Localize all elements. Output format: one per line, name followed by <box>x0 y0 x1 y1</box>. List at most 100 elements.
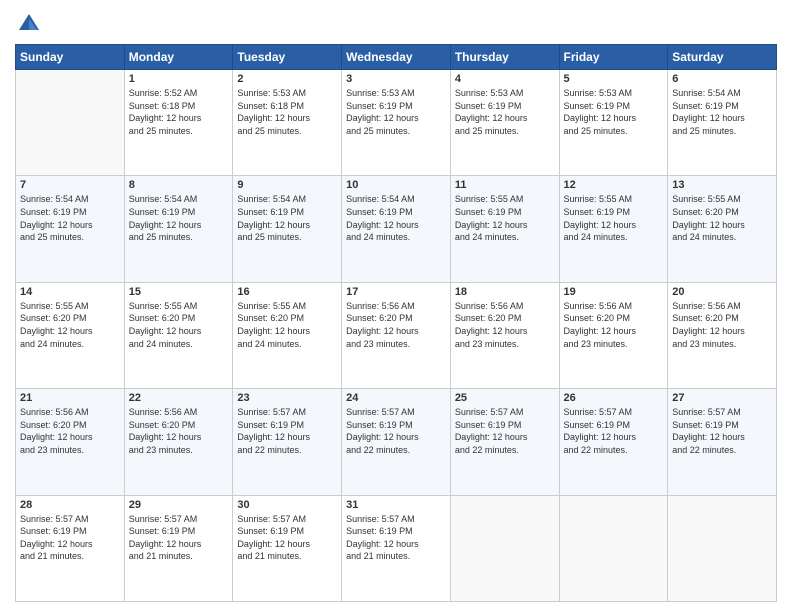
calendar-cell <box>559 495 668 601</box>
day-info: Sunrise: 5:57 AM Sunset: 6:19 PM Dayligh… <box>455 406 555 456</box>
day-number: 11 <box>455 179 555 191</box>
calendar-cell: 29Sunrise: 5:57 AM Sunset: 6:19 PM Dayli… <box>124 495 233 601</box>
day-info: Sunrise: 5:53 AM Sunset: 6:19 PM Dayligh… <box>346 87 446 137</box>
day-info: Sunrise: 5:56 AM Sunset: 6:20 PM Dayligh… <box>672 300 772 350</box>
calendar-week-row: 21 Sunrise: 5:56 AM Sunset: 6:20 PM Dayli… <box>16 389 777 495</box>
day-number: 21 <box>20 392 120 404</box>
calendar-cell: 28 Sunrise: 5:57 AM Sunset: 6:19 PM Dayli… <box>16 495 125 601</box>
day-info: Sunrise: 5:52 AM Sunset: 6:18 PM Dayligh… <box>129 87 229 137</box>
day-number: 20 <box>672 286 772 298</box>
calendar-cell: 26 Sunrise: 5:57 AM Sunset: 6:19 PM Dayli… <box>559 389 668 495</box>
day-info: Sunrise: 5:54 AM Sunset: 6:19 PM Dayligh… <box>237 193 337 243</box>
weekday-header-sunday: Sunday <box>16 45 125 70</box>
day-number: 29 <box>129 499 229 511</box>
calendar-cell <box>668 495 777 601</box>
day-info: Sunrise: 5:56 AM Sunset: 6:20 PM Dayligh… <box>564 300 664 350</box>
weekday-header-thursday: Thursday <box>450 45 559 70</box>
day-number: 10 <box>346 179 446 191</box>
calendar-week-row: 1 Sunrise: 5:52 AM Sunset: 6:18 PM Daylig… <box>16 70 777 176</box>
day-number: 27 <box>672 392 772 404</box>
calendar-cell <box>16 70 125 176</box>
day-number: 18 <box>455 286 555 298</box>
day-info: Sunrise: 5:54 AM Sunset: 6:19 PM Dayligh… <box>129 193 229 243</box>
day-info: Sunrise: 5:55 AM Sunset: 6:20 PM Dayligh… <box>20 300 120 350</box>
calendar-cell: 3Sunrise: 5:53 AM Sunset: 6:19 PM Daylig… <box>342 70 451 176</box>
day-number: 5 <box>564 73 664 85</box>
calendar-cell: 2Sunrise: 5:53 AM Sunset: 6:18 PM Daylig… <box>233 70 342 176</box>
day-info: Sunrise: 5:56 AM Sunset: 6:20 PM Dayligh… <box>455 300 555 350</box>
weekday-header-saturday: Saturday <box>668 45 777 70</box>
calendar-cell: 20 Sunrise: 5:56 AM Sunset: 6:20 PM Dayli… <box>668 282 777 388</box>
day-info: Sunrise: 5:57 AM Sunset: 6:19 PM Dayligh… <box>20 513 120 563</box>
day-info: Sunrise: 5:56 AM Sunset: 6:20 PM Dayligh… <box>129 406 229 456</box>
day-info: Sunrise: 5:53 AM Sunset: 6:19 PM Dayligh… <box>455 87 555 137</box>
day-number: 17 <box>346 286 446 298</box>
calendar-cell: 24 Sunrise: 5:57 AM Sunset: 6:19 PM Dayli… <box>342 389 451 495</box>
day-info: Sunrise: 5:57 AM Sunset: 6:19 PM Dayligh… <box>237 513 337 563</box>
day-number: 28 <box>20 499 120 511</box>
day-info: Sunrise: 5:57 AM Sunset: 6:19 PM Dayligh… <box>346 406 446 456</box>
calendar-cell: 30 Sunrise: 5:57 AM Sunset: 6:19 PM Dayli… <box>233 495 342 601</box>
day-info: Sunrise: 5:55 AM Sunset: 6:19 PM Dayligh… <box>564 193 664 243</box>
day-number: 31 <box>346 499 446 511</box>
calendar-cell: 25 Sunrise: 5:57 AM Sunset: 6:19 PM Dayli… <box>450 389 559 495</box>
calendar-cell: 21Sunrise: 5:56 AM Sunset: 6:20 PM Dayli… <box>16 389 125 495</box>
day-info: Sunrise: 5:53 AM Sunset: 6:19 PM Dayligh… <box>564 87 664 137</box>
day-number: 7 <box>20 179 120 191</box>
calendar-cell: 10 Sunrise: 5:54 AM Sunset: 6:19 PM Dayli… <box>342 176 451 282</box>
weekday-header-row: SundayMondayTuesdayWednesdayThursdayFrid… <box>16 45 777 70</box>
day-info: Sunrise: 5:57 AM Sunset: 6:19 PM Dayligh… <box>672 406 772 456</box>
day-number: 9 <box>237 179 337 191</box>
weekday-header-wednesday: Wednesday <box>342 45 451 70</box>
calendar-cell: 1 Sunrise: 5:52 AM Sunset: 6:18 PM Daylig… <box>124 70 233 176</box>
calendar-cell: 15 Sunrise: 5:55 AM Sunset: 6:20 PM Dayli… <box>124 282 233 388</box>
day-number: 15 <box>129 286 229 298</box>
page: SundayMondayTuesdayWednesdayThursdayFrid… <box>0 0 792 612</box>
calendar-cell: 17Sunrise: 5:56 AM Sunset: 6:20 PM Dayli… <box>342 282 451 388</box>
calendar-cell: 22 Sunrise: 5:56 AM Sunset: 6:20 PM Dayli… <box>124 389 233 495</box>
weekday-header-monday: Monday <box>124 45 233 70</box>
calendar-cell: 8 Sunrise: 5:54 AM Sunset: 6:19 PM Daylig… <box>124 176 233 282</box>
day-info: Sunrise: 5:54 AM Sunset: 6:19 PM Dayligh… <box>346 193 446 243</box>
day-info: Sunrise: 5:55 AM Sunset: 6:19 PM Dayligh… <box>455 193 555 243</box>
weekday-header-tuesday: Tuesday <box>233 45 342 70</box>
day-number: 30 <box>237 499 337 511</box>
day-number: 12 <box>564 179 664 191</box>
calendar-week-row: 7 Sunrise: 5:54 AM Sunset: 6:19 PM Daylig… <box>16 176 777 282</box>
day-number: 1 <box>129 73 229 85</box>
day-number: 26 <box>564 392 664 404</box>
day-info: Sunrise: 5:54 AM Sunset: 6:19 PM Dayligh… <box>20 193 120 243</box>
calendar-cell: 13Sunrise: 5:55 AM Sunset: 6:20 PM Dayli… <box>668 176 777 282</box>
day-number: 25 <box>455 392 555 404</box>
calendar-cell: 6 Sunrise: 5:54 AM Sunset: 6:19 PM Daylig… <box>668 70 777 176</box>
day-info: Sunrise: 5:55 AM Sunset: 6:20 PM Dayligh… <box>237 300 337 350</box>
day-number: 4 <box>455 73 555 85</box>
calendar-cell: 27 Sunrise: 5:57 AM Sunset: 6:19 PM Dayli… <box>668 389 777 495</box>
day-info: Sunrise: 5:55 AM Sunset: 6:20 PM Dayligh… <box>672 193 772 243</box>
day-number: 24 <box>346 392 446 404</box>
calendar-table: SundayMondayTuesdayWednesdayThursdayFrid… <box>15 44 777 602</box>
calendar-cell: 19 Sunrise: 5:56 AM Sunset: 6:20 PM Dayli… <box>559 282 668 388</box>
day-number: 16 <box>237 286 337 298</box>
day-info: Sunrise: 5:57 AM Sunset: 6:19 PM Dayligh… <box>564 406 664 456</box>
day-number: 22 <box>129 392 229 404</box>
calendar-cell: 31Sunrise: 5:57 AM Sunset: 6:19 PM Dayli… <box>342 495 451 601</box>
calendar-cell: 18 Sunrise: 5:56 AM Sunset: 6:20 PM Dayli… <box>450 282 559 388</box>
day-number: 19 <box>564 286 664 298</box>
logo <box>15 10 47 38</box>
header <box>15 10 777 38</box>
weekday-header-friday: Friday <box>559 45 668 70</box>
day-number: 8 <box>129 179 229 191</box>
calendar-cell: 5 Sunrise: 5:53 AM Sunset: 6:19 PM Daylig… <box>559 70 668 176</box>
day-number: 2 <box>237 73 337 85</box>
calendar-week-row: 14Sunrise: 5:55 AM Sunset: 6:20 PM Dayli… <box>16 282 777 388</box>
day-info: Sunrise: 5:54 AM Sunset: 6:19 PM Dayligh… <box>672 87 772 137</box>
calendar-cell: 11 Sunrise: 5:55 AM Sunset: 6:19 PM Dayli… <box>450 176 559 282</box>
day-number: 6 <box>672 73 772 85</box>
logo-icon <box>15 10 43 38</box>
calendar-cell <box>450 495 559 601</box>
calendar-week-row: 28 Sunrise: 5:57 AM Sunset: 6:19 PM Dayli… <box>16 495 777 601</box>
calendar-cell: 16 Sunrise: 5:55 AM Sunset: 6:20 PM Dayli… <box>233 282 342 388</box>
day-info: Sunrise: 5:55 AM Sunset: 6:20 PM Dayligh… <box>129 300 229 350</box>
calendar-cell: 4 Sunrise: 5:53 AM Sunset: 6:19 PM Daylig… <box>450 70 559 176</box>
